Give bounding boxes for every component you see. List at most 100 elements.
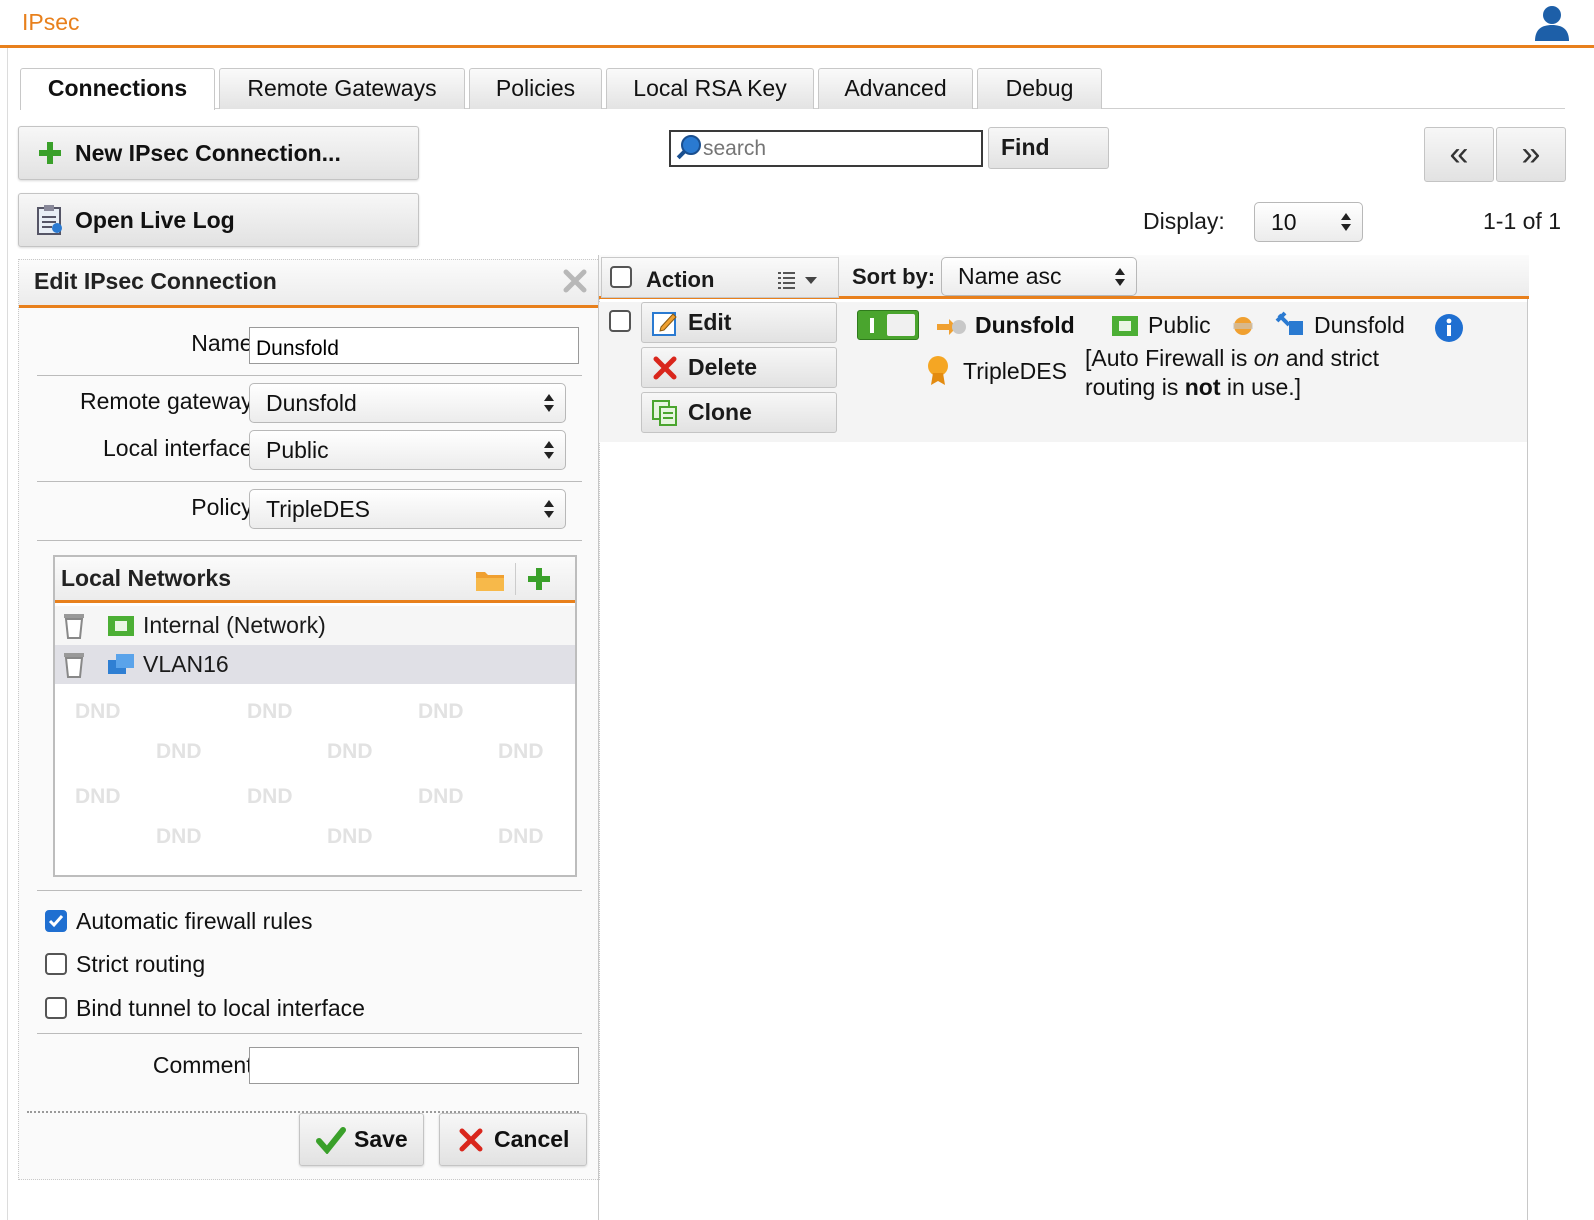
- dnd-watermark: DND: [418, 785, 464, 808]
- sort-select[interactable]: Name asc: [941, 257, 1137, 296]
- remote-gateway-label: Remote gateway:: [80, 388, 259, 414]
- save-button[interactable]: Save: [299, 1113, 424, 1166]
- cancel-icon: [454, 1123, 488, 1157]
- checkmark-icon: [314, 1123, 348, 1157]
- clone-label: Clone: [688, 399, 752, 425]
- select-all-checkbox[interactable]: [610, 266, 632, 288]
- tab-debug[interactable]: Debug: [977, 68, 1102, 109]
- policy-select[interactable]: TripleDES: [249, 489, 566, 529]
- local-interface-value: Public: [266, 436, 329, 463]
- connections-list: Action Sort by: Name asc Edit Delete Clo…: [598, 255, 1529, 1220]
- table-row[interactable]: Edit Delete Clone Dunsfold Public Dunsfo…: [599, 302, 1527, 442]
- local-network-item[interactable]: VLAN16: [55, 645, 575, 684]
- tab-policies[interactable]: Policies: [469, 68, 602, 109]
- comment-label: Comment:: [152, 1052, 259, 1078]
- trash-icon[interactable]: [63, 651, 85, 678]
- clone-button[interactable]: Clone: [641, 392, 837, 433]
- status-note-line2: routing is not in use.]: [1085, 374, 1301, 401]
- results-range: 1-1 of 1: [1483, 208, 1561, 234]
- edit-button[interactable]: Edit: [641, 302, 837, 343]
- tab-local-rsa-key[interactable]: Local RSA Key: [606, 68, 814, 109]
- dnd-watermark: DND: [327, 825, 373, 848]
- dnd-watermark: DND: [247, 700, 293, 723]
- strict-routing-label: Strict routing: [76, 951, 206, 977]
- dnd-watermark: DND: [327, 740, 373, 763]
- local-network-item[interactable]: Internal (Network): [55, 606, 575, 645]
- name-field[interactable]: [249, 327, 579, 364]
- gateway-name: Dunsfold: [1314, 312, 1405, 338]
- edit-panel-header: Edit IPsec Connection: [19, 260, 599, 308]
- strict-routing-checkbox[interactable]: [45, 953, 67, 975]
- new-ipsec-connection-label: New IPsec Connection...: [75, 139, 341, 166]
- bind-tunnel-checkbox[interactable]: [45, 997, 67, 1019]
- select-arrows-icon: [1341, 213, 1351, 231]
- note-text: [Auto Firewall is: [1085, 345, 1254, 371]
- display-count-value: 10: [1271, 208, 1297, 235]
- toggle-bar: [870, 318, 874, 333]
- tab-remote-gateways[interactable]: Remote Gateways: [219, 68, 465, 109]
- local-networks-box: Local Networks Internal (Network) VLAN16…: [53, 555, 577, 877]
- gateway-icon: [1275, 311, 1303, 335]
- separator: [37, 1033, 582, 1034]
- policy-name: TripleDES: [963, 358, 1067, 384]
- enable-toggle[interactable]: [857, 310, 919, 340]
- name-label: Name:: [191, 330, 259, 356]
- interface-name: Public: [1148, 312, 1211, 338]
- tab-connections[interactable]: Connections: [20, 68, 215, 110]
- row-checkbox[interactable]: [609, 310, 631, 332]
- tab-bar: Connections Remote Gateways Policies Loc…: [20, 68, 1565, 110]
- display-count-select[interactable]: 10: [1254, 202, 1363, 242]
- automatic-firewall-rules-checkbox[interactable]: [45, 910, 67, 932]
- local-network-label: Internal (Network): [143, 612, 326, 638]
- trash-icon[interactable]: [63, 612, 85, 639]
- note-not: not: [1184, 374, 1221, 400]
- display-label: Display:: [1143, 208, 1225, 234]
- bulk-action-menu-icon[interactable]: [778, 270, 822, 290]
- separator: [37, 375, 582, 376]
- local-interface-label: Local interface:: [103, 435, 259, 461]
- folder-icon[interactable]: [475, 568, 505, 592]
- connection-icon: [937, 319, 966, 335]
- find-button[interactable]: Find: [988, 127, 1109, 169]
- status-note-line1: [Auto Firewall is on and strict: [1085, 345, 1379, 372]
- sort-by-label: Sort by:: [852, 264, 936, 289]
- comment-field[interactable]: [249, 1047, 579, 1084]
- plus-icon: [33, 136, 67, 170]
- open-live-log-button[interactable]: Open Live Log: [18, 193, 419, 247]
- close-icon[interactable]: [562, 268, 588, 294]
- edit-label: Edit: [688, 309, 732, 335]
- next-page-button[interactable]: »: [1496, 127, 1566, 182]
- toggle-knob: [887, 314, 915, 336]
- network-icon: [108, 616, 134, 636]
- save-label: Save: [354, 1126, 408, 1152]
- dnd-watermark: DND: [498, 740, 544, 763]
- user-icon[interactable]: [1532, 3, 1572, 43]
- list-header: Action Sort by: Name asc: [599, 255, 1529, 299]
- open-live-log-label: Open Live Log: [75, 206, 235, 233]
- note-text: routing is: [1085, 374, 1185, 400]
- previous-page-button[interactable]: «: [1424, 127, 1494, 182]
- separator: [37, 481, 582, 482]
- dnd-watermark: DND: [75, 700, 121, 723]
- cancel-label: Cancel: [494, 1126, 570, 1152]
- log-icon: [33, 203, 67, 237]
- search-box: [669, 130, 983, 167]
- network-icon: [1112, 316, 1138, 336]
- connection-name[interactable]: Dunsfold: [975, 312, 1075, 339]
- add-icon[interactable]: [527, 567, 551, 591]
- remote-gateway-select[interactable]: Dunsfold: [249, 383, 566, 423]
- clone-icon: [650, 398, 680, 428]
- action-header-label: Action: [646, 267, 715, 292]
- new-ipsec-connection-button[interactable]: New IPsec Connection...: [18, 126, 419, 180]
- sort-header: Sort by: Name asc: [841, 257, 1529, 298]
- note-text: and strict: [1279, 345, 1380, 371]
- info-icon[interactable]: [1434, 313, 1464, 343]
- policy-label: Policy:: [191, 494, 259, 520]
- tab-advanced[interactable]: Advanced: [818, 68, 973, 109]
- sort-value: Name asc: [958, 263, 1062, 289]
- select-arrows-icon: [544, 500, 554, 518]
- delete-button[interactable]: Delete: [641, 347, 837, 388]
- cancel-button[interactable]: Cancel: [439, 1113, 587, 1166]
- search-input[interactable]: [703, 136, 973, 162]
- local-interface-select[interactable]: Public: [249, 430, 566, 470]
